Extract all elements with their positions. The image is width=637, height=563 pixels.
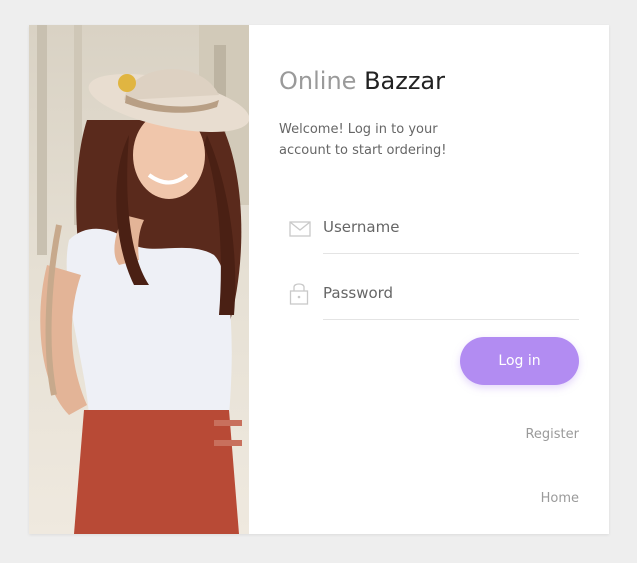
password-field (289, 266, 579, 322)
app-title-light: Online (279, 67, 357, 95)
username-input[interactable] (323, 200, 579, 254)
hero-photo (29, 25, 249, 534)
login-panel: Online Bazzar Welcome! Log in to your ac… (249, 25, 609, 534)
app-title-dark: Bazzar (364, 67, 446, 95)
lock-icon (289, 283, 313, 305)
home-link[interactable]: Home (541, 491, 579, 506)
register-link[interactable]: Register (525, 427, 579, 442)
password-input[interactable] (323, 266, 579, 320)
app-title: Online Bazzar (279, 67, 445, 95)
username-field (289, 200, 579, 256)
woman-photo-illustration (29, 25, 249, 534)
envelope-icon (289, 219, 313, 239)
login-card: Online Bazzar Welcome! Log in to your ac… (29, 25, 609, 534)
welcome-text: Welcome! Log in to your account to start… (279, 122, 447, 158)
login-button[interactable]: Log in (460, 337, 579, 385)
